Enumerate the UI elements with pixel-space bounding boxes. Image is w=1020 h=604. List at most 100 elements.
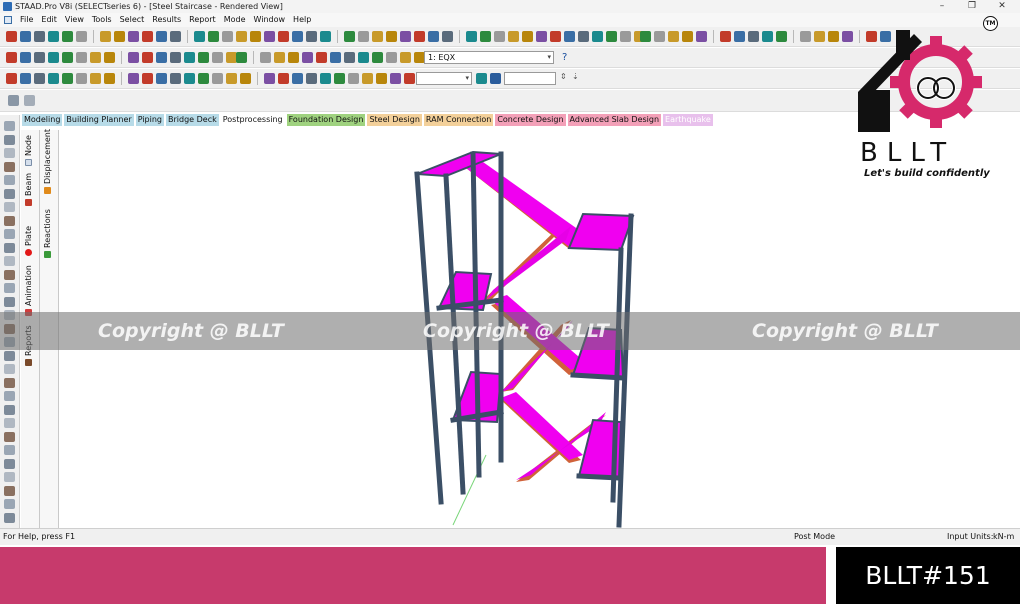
toolbar-tool-icon[interactable]	[6, 73, 17, 84]
toolbar-tool-icon[interactable]	[390, 73, 401, 84]
toolbar-tool-icon[interactable]	[414, 31, 425, 42]
toolbar-tool-icon[interactable]	[814, 31, 825, 42]
left-toolbar-icon[interactable]	[4, 350, 15, 361]
toolbar-tool-icon[interactable]	[668, 31, 679, 42]
toolbar-tool-icon[interactable]	[748, 31, 759, 42]
left-toolbar-icon[interactable]	[4, 512, 15, 523]
tab-animation[interactable]: Animation	[24, 265, 33, 316]
toolbar-tool-icon[interactable]	[20, 73, 31, 84]
toolbar-tool-icon[interactable]	[358, 52, 369, 63]
toolbar-tool-icon[interactable]	[184, 73, 195, 84]
toolbar-tool-icon[interactable]	[734, 31, 745, 42]
close-button[interactable]: ✕	[990, 0, 1014, 13]
toolbar-tool-icon[interactable]	[184, 52, 195, 63]
value-input[interactable]	[504, 72, 556, 85]
toolbar-tool-icon[interactable]	[34, 73, 45, 84]
toolbar-tool-icon[interactable]	[376, 73, 387, 84]
toolbar-tool-icon[interactable]	[128, 31, 139, 42]
toolbar-tool-icon[interactable]	[278, 73, 289, 84]
tab-displacement[interactable]: Displacement	[43, 129, 52, 194]
label-icon[interactable]	[476, 73, 487, 84]
toolbar-tool-icon[interactable]	[292, 31, 303, 42]
toolbar-tool-icon[interactable]	[198, 73, 209, 84]
restore-button[interactable]: ❐	[960, 0, 984, 13]
left-toolbar-icon[interactable]	[4, 242, 15, 253]
minimize-button[interactable]: –	[930, 0, 954, 13]
toolbar-tool-icon[interactable]	[828, 31, 839, 42]
menu-tools[interactable]: Tools	[92, 13, 112, 27]
toolbar-tool-icon[interactable]	[442, 31, 453, 42]
toolbar-tool-icon[interactable]	[212, 73, 223, 84]
toolbar-tool-icon[interactable]	[170, 52, 181, 63]
toolbar-tool-icon[interactable]	[606, 31, 617, 42]
left-toolbar-icon[interactable]	[4, 202, 15, 212]
left-toolbar-icon[interactable]	[4, 269, 15, 280]
toolbar-tool-icon[interactable]	[222, 31, 233, 42]
toolbar-tool-icon[interactable]	[20, 52, 31, 63]
toolbar-tool-icon[interactable]	[400, 52, 411, 63]
tab-postprocessing[interactable]: Postprocessing	[220, 114, 285, 126]
toolbar-tool-icon[interactable]	[344, 52, 355, 63]
toolbar-tool-icon[interactable]	[274, 52, 285, 63]
toolbar-tool-icon[interactable]	[156, 52, 167, 63]
toolbar-tool-icon[interactable]	[386, 31, 397, 42]
menu-edit[interactable]: Edit	[41, 13, 57, 27]
left-toolbar-icon[interactable]	[4, 134, 15, 145]
toolbar-tool-icon[interactable]	[800, 31, 811, 42]
toolbar-tool-icon[interactable]	[90, 73, 101, 84]
left-toolbar-icon[interactable]	[4, 121, 15, 131]
menu-view[interactable]: View	[65, 13, 84, 27]
toolbar-tool-icon[interactable]	[292, 73, 303, 84]
toolbar-tool-icon[interactable]	[62, 73, 73, 84]
left-toolbar-icon[interactable]	[4, 296, 15, 307]
toolbar-tool-icon[interactable]	[682, 31, 693, 42]
menu-help[interactable]: Help	[293, 13, 311, 27]
toolbar-tool-icon[interactable]	[508, 31, 519, 42]
spinner-icon[interactable]: ⇕	[560, 72, 567, 81]
toolbar-tool-icon[interactable]	[76, 73, 87, 84]
toolbar-tool-icon[interactable]	[400, 31, 411, 42]
toolbar-tool-icon[interactable]	[226, 73, 237, 84]
toolbar-tool-icon[interactable]	[208, 31, 219, 42]
toolbar-tool-icon[interactable]	[76, 31, 87, 42]
left-toolbar-icon[interactable]	[4, 148, 15, 158]
tab-modeling[interactable]: Modeling	[22, 114, 63, 126]
toolbar-tool-icon[interactable]	[720, 31, 731, 42]
toolbar-tool-icon[interactable]	[334, 73, 345, 84]
toolbar-tool-icon[interactable]	[428, 31, 439, 42]
toolbar-tool-icon[interactable]	[34, 52, 45, 63]
toolbar-tool-icon[interactable]	[654, 31, 665, 42]
toolbar-tool-icon[interactable]	[142, 52, 153, 63]
tab-foundation-design[interactable]: Foundation Design	[286, 114, 366, 126]
toolbar-tool-icon[interactable]	[372, 31, 383, 42]
toolbar-tool-icon[interactable]	[264, 31, 275, 42]
menu-report[interactable]: Report	[189, 13, 216, 27]
tab-reactions[interactable]: Reactions	[43, 209, 52, 258]
toolbar-tool-icon[interactable]	[142, 31, 153, 42]
left-toolbar-icon[interactable]	[4, 404, 15, 415]
toolbar-tool-icon[interactable]	[142, 73, 153, 84]
menu-results[interactable]: Results	[152, 13, 181, 27]
toolbar-tool-icon[interactable]	[358, 31, 369, 42]
cursor-tool-icon[interactable]	[8, 95, 19, 106]
toolbar-tool-icon[interactable]	[128, 52, 139, 63]
toolbar-tool-icon[interactable]	[90, 52, 101, 63]
tab-bridge-deck[interactable]: Bridge Deck	[166, 114, 219, 126]
left-toolbar-icon[interactable]	[4, 458, 15, 469]
toolbar-tool-icon[interactable]	[564, 31, 575, 42]
toolbar-tool-icon[interactable]	[6, 52, 17, 63]
toolbar-tool-icon[interactable]	[100, 31, 111, 42]
left-toolbar-icon[interactable]	[4, 445, 15, 455]
left-toolbar-icon[interactable]	[4, 377, 15, 388]
toolbar-tool-icon[interactable]	[198, 52, 209, 63]
tab-plate[interactable]: Plate	[24, 226, 33, 256]
left-toolbar-icon[interactable]	[4, 418, 15, 428]
left-toolbar-icon[interactable]	[4, 256, 15, 266]
load-case-select[interactable]: 1: EQX ▾	[424, 51, 554, 64]
toolbar-tool-icon[interactable]	[316, 52, 327, 63]
menu-select[interactable]: Select	[120, 13, 145, 27]
toolbar-tool-icon[interactable]	[76, 52, 87, 63]
toolbar-tool-icon[interactable]	[776, 31, 787, 42]
tab-steel-design[interactable]: Steel Design	[367, 114, 422, 126]
grid-tool-icon[interactable]	[24, 95, 35, 106]
